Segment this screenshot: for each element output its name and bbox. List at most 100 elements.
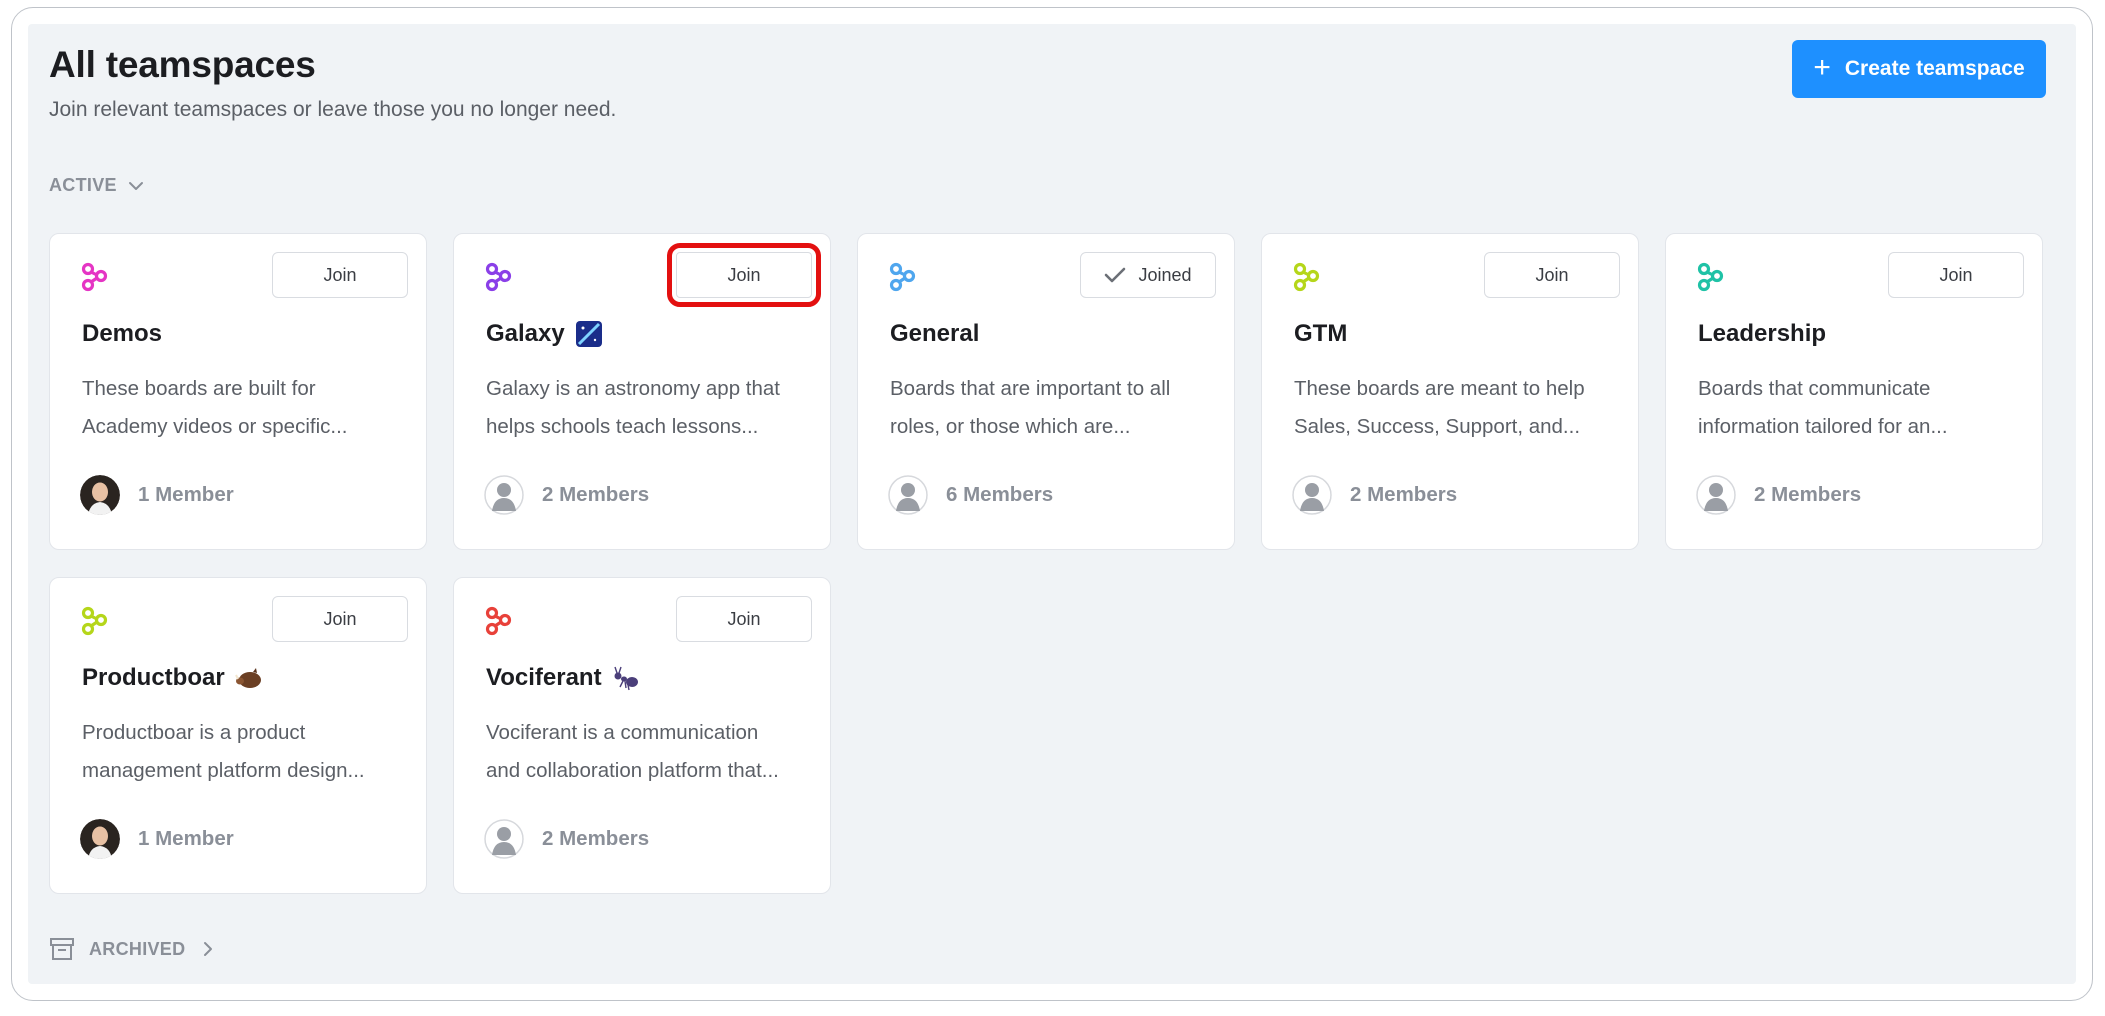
description-line: management platform design...: [82, 759, 365, 782]
description-line: helps schools teach lessons...: [486, 415, 759, 438]
page-title: All teamspaces: [49, 44, 316, 85]
description-line: Boards that communicate: [1698, 377, 1931, 400]
join-button[interactable]: Join: [1888, 252, 2024, 298]
joined-button[interactable]: Joined: [1080, 252, 1216, 298]
photo-avatar: [80, 475, 120, 515]
teamspace-icon: [1697, 262, 1724, 292]
description-line: These boards are meant to help: [1294, 377, 1585, 400]
plus-icon: +: [1813, 50, 1831, 84]
teamspace-card-galaxy[interactable]: Join Galaxy Galaxy is an astronomy app t…: [453, 233, 831, 550]
join-button-label: Join: [727, 608, 761, 629]
archived-section-label: ARCHIVED: [89, 938, 186, 959]
members-count[interactable]: 2 Members: [1292, 475, 1457, 515]
default-avatar-icon: [484, 475, 524, 515]
teamspace-name-text: Galaxy: [486, 320, 565, 347]
create-teamspace-label: Create teamspace: [1844, 57, 2025, 80]
teamspace-card-productboar[interactable]: Join Productboar Productboar is a produc…: [49, 577, 427, 894]
photo-avatar: [80, 819, 120, 859]
ant-emoji-icon: [613, 666, 638, 691]
galaxy-emoji-icon: [575, 321, 602, 347]
create-teamspace-button[interactable]: + Create teamspace: [1792, 40, 2046, 98]
teamspace-description: Vociferant is a communication and collab…: [486, 714, 806, 790]
join-button-label: Join: [727, 264, 761, 285]
teamspace-icon: [485, 606, 512, 636]
boar-emoji-icon: [234, 668, 261, 688]
active-section-toggle[interactable]: ACTIVE: [49, 175, 145, 196]
description-line: Vociferant is a communication: [486, 721, 759, 744]
join-button-label: Join: [1535, 264, 1569, 285]
teamspace-name-text: General: [890, 320, 980, 347]
members-label: 1 Member: [138, 483, 234, 506]
chevron-right-icon: [204, 942, 213, 956]
members-count[interactable]: 6 Members: [888, 475, 1053, 515]
teamspace-name: General: [890, 320, 979, 348]
members-count[interactable]: 2 Members: [484, 819, 649, 859]
members-label: 2 Members: [1754, 483, 1862, 506]
join-button[interactable]: Join: [667, 243, 821, 307]
join-button-label: Join: [323, 608, 357, 629]
teamspace-icon: [889, 262, 916, 292]
default-avatar-icon: [1696, 475, 1736, 515]
teamspace-name-text: Demos: [82, 320, 163, 347]
teamspace-name-text: Vociferant: [486, 664, 602, 691]
members-count[interactable]: 1 Member: [80, 475, 234, 515]
joined-button-label: Joined: [1138, 264, 1192, 285]
default-avatar-icon: [484, 819, 524, 859]
description-line: Boards that are important to all: [890, 377, 1171, 400]
teamspace-card-general[interactable]: Joined General Boards that are important…: [857, 233, 1235, 550]
join-button[interactable]: Join: [1484, 252, 1620, 298]
teamspace-description: Galaxy is an astronomy app that helps sc…: [486, 370, 806, 446]
join-button[interactable]: Join: [676, 596, 812, 642]
members-label: 2 Members: [542, 827, 650, 850]
teamspace-description: Boards that communicate information tail…: [1698, 370, 2018, 446]
default-avatar-icon: [1292, 475, 1332, 515]
archived-section-toggle[interactable]: ARCHIVED: [49, 936, 217, 962]
description-line: information tailored for an...: [1698, 415, 1948, 438]
teamspace-description: Boards that are important to all roles, …: [890, 370, 1210, 446]
members-count[interactable]: 2 Members: [484, 475, 649, 515]
teamspace-name: Galaxy: [486, 320, 603, 348]
chevron-down-icon: [128, 181, 143, 190]
members-label: 1 Member: [138, 827, 234, 850]
page-subtitle: Join relevant teamspaces or leave those …: [49, 98, 617, 121]
teamspace-card-vociferant[interactable]: Join Vociferant Vociferant is a communic…: [453, 577, 831, 894]
description-line: Sales, Success, Support, and...: [1294, 415, 1581, 438]
join-button-label: Join: [323, 264, 357, 285]
members-count[interactable]: 1 Member: [80, 819, 234, 859]
teamspace-name: Leadership: [1698, 320, 1826, 348]
join-button[interactable]: Join: [272, 252, 408, 298]
teamspace-description: These boards are built for Academy video…: [82, 370, 402, 446]
active-section-label: ACTIVE: [49, 175, 117, 195]
members-label: 2 Members: [1350, 483, 1458, 506]
teamspace-description: Productboar is a product management plat…: [82, 714, 402, 790]
teamspace-name: GTM: [1294, 320, 1347, 348]
members-count[interactable]: 2 Members: [1696, 475, 1861, 515]
default-avatar-icon: [888, 475, 928, 515]
teamspace-card-demos[interactable]: Join Demos These boards are built for Ac…: [49, 233, 427, 550]
join-button-label: Join: [1939, 264, 1973, 285]
teamspace-description: These boards are meant to help Sales, Su…: [1294, 370, 1614, 446]
teamspace-icon: [81, 262, 108, 292]
archive-box-icon: [50, 938, 74, 960]
description-line: Academy videos or specific...: [82, 415, 348, 438]
members-label: 6 Members: [946, 483, 1054, 506]
description-line: Galaxy is an astronomy app that: [486, 377, 780, 400]
description-line: Productboar is a product: [82, 721, 306, 744]
teamspace-name-text: Leadership: [1698, 320, 1827, 347]
checkmark-icon: [1105, 267, 1126, 283]
teamspace-name-text: GTM: [1294, 320, 1348, 347]
teamspace-icon: [485, 262, 512, 292]
join-button[interactable]: Join: [272, 596, 408, 642]
teamspace-name: Productboar: [82, 664, 263, 692]
teamspace-card-leadership[interactable]: Join Leadership Boards that communicate …: [1665, 233, 2043, 550]
description-line: and collaboration platform that...: [486, 759, 779, 782]
teamspace-name: Vociferant: [486, 664, 640, 692]
teamspace-name-text: Productboar: [82, 664, 225, 691]
teamspace-name: Demos: [82, 320, 162, 348]
description-line: roles, or those which are...: [890, 415, 1131, 438]
teamspace-icon: [81, 606, 108, 636]
description-line: These boards are built for: [82, 377, 316, 400]
members-label: 2 Members: [542, 483, 650, 506]
teamspace-card-gtm[interactable]: Join GTM These boards are meant to help …: [1261, 233, 1639, 550]
teamspace-icon: [1293, 262, 1320, 292]
